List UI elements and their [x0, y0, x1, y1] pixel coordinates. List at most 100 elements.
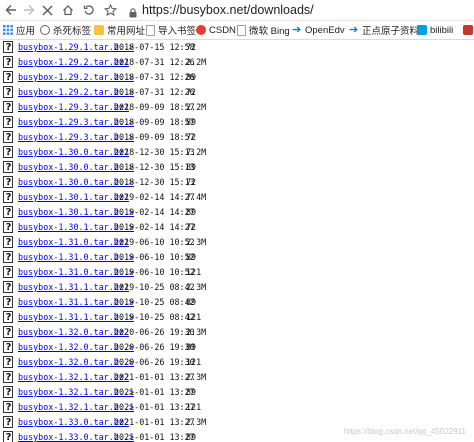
bookmark-zhengdian[interactable]: ➔ 正点原子资料 — [349, 22, 419, 38]
address-bar-url[interactable]: https://busybox.net/downloads/ — [142, 3, 314, 17]
file-size: 89 — [186, 252, 197, 262]
bookmark-icon — [463, 25, 473, 35]
file-modified-date: 2019-10-25 08:42 — [114, 297, 195, 307]
file-link[interactable]: busybox-1.30.1.tar.bz2 — [18, 190, 129, 205]
file-size: 72 — [186, 87, 197, 97]
file-link[interactable]: busybox-1.32.0.tar.bz2 — [18, 325, 129, 340]
file-row: ? busybox-1.32.0.tar.b..> 2020-06-26 19:30… — [0, 340, 474, 355]
file-row: ? busybox-1.29.1.tar.b..> 2018-07-15 12:58… — [0, 40, 474, 55]
home-icon[interactable] — [60, 2, 76, 18]
bookmark-import[interactable]: 导入书签 — [146, 22, 196, 38]
bookmark-apps[interactable]: 应用 — [3, 22, 35, 38]
bookmark-bilibili[interactable]: bilibili — [417, 22, 453, 38]
file-link[interactable]: busybox-1.31.1.tar.bz2 — [18, 280, 129, 295]
bookmark-csdn[interactable]: CSDN — [196, 22, 236, 38]
arrow-icon: ➔ — [349, 24, 359, 36]
unknown-file-icon: ? — [3, 386, 13, 398]
star-bookmark-icon[interactable] — [102, 2, 118, 18]
lock-icon[interactable] — [129, 5, 137, 18]
file-link[interactable]: busybox-1.32.1.tar.bz2 — [18, 370, 129, 385]
unknown-file-icon: ? — [3, 326, 13, 338]
file-size: 89 — [186, 432, 197, 442]
file-row: ? busybox-1.32.1.tar.b..> 2021-01-01 13:27… — [0, 385, 474, 400]
file-modified-date: 2021-01-01 13:27 — [114, 372, 195, 382]
file-modified-date: 2019-06-10 10:52 — [114, 267, 195, 277]
unknown-file-icon: ? — [3, 86, 13, 98]
file-modified-date: 2020-06-26 19:30 — [114, 327, 195, 337]
file-row: ? busybox-1.30.1.tar.bz2 2019-02-14 14:27 7… — [0, 190, 474, 205]
file-size: 7.2M — [186, 147, 207, 157]
file-size: 89 — [186, 297, 197, 307]
back-arrow-icon[interactable] — [3, 2, 19, 18]
file-row: ? busybox-1.31.1.tar.b..> 2019-10-25 08:42… — [0, 295, 474, 310]
unknown-file-icon: ? — [3, 431, 13, 442]
unknown-file-icon: ? — [3, 236, 13, 248]
unknown-file-icon: ? — [3, 206, 13, 218]
file-size: 2.3M — [186, 237, 207, 247]
file-row: ? busybox-1.29.2.tar.b..> 2018-07-31 12:26… — [0, 85, 474, 100]
unknown-file-icon: ? — [3, 146, 13, 158]
file-modified-date: 2019-02-14 14:27 — [114, 192, 195, 202]
file-size: 2.2M — [186, 57, 207, 67]
file-modified-date: 2018-09-09 18:57 — [114, 102, 195, 112]
file-size: 2.3M — [186, 372, 207, 382]
file-link[interactable]: busybox-1.33.0.tar.bz2 — [18, 415, 129, 430]
bookmark-label: 正点原子资料 — [362, 26, 420, 37]
file-size: 2.3M — [186, 417, 207, 427]
file-link[interactable]: busybox-1.29.3.tar.bz2 — [18, 100, 129, 115]
bookmark-label: 杀死标签 — [53, 26, 92, 37]
file-row: ? busybox-1.32.0.tar.b..> 2020-06-26 19:30… — [0, 355, 474, 370]
file-size: 2.3M — [186, 282, 207, 292]
file-row: ? busybox-1.29.3.tar.bz2 2018-09-09 18:57 2… — [0, 100, 474, 115]
file-link[interactable]: busybox-1.29.2.tar.bz2 — [18, 55, 129, 70]
apps-icon — [3, 25, 13, 35]
file-modified-date: 2018-07-15 12:58 — [114, 42, 195, 52]
file-size: 72 — [186, 132, 197, 142]
folder-icon — [94, 25, 104, 35]
file-modified-date: 2019-06-10 10:52 — [114, 252, 195, 262]
file-modified-date: 2019-10-25 08:42 — [114, 282, 195, 292]
file-row: ? busybox-1.30.1.tar.b..> 2019-02-14 14:27… — [0, 220, 474, 235]
globe-icon — [40, 25, 50, 35]
bookmark-label: bilibili — [430, 24, 454, 36]
bookmark-overflow[interactable] — [463, 22, 474, 38]
file-modified-date: 2018-07-31 12:26 — [114, 57, 195, 67]
file-modified-date: 2018-12-30 15:13 — [114, 162, 195, 172]
stop-close-icon[interactable] — [39, 2, 55, 18]
unknown-file-icon: ? — [3, 371, 13, 383]
unknown-file-icon: ? — [3, 41, 13, 53]
unknown-file-icon: ? — [3, 221, 13, 233]
file-modified-date: 2019-10-25 08:42 — [114, 312, 195, 322]
unknown-file-icon: ? — [3, 356, 13, 368]
bookmark-kill-tabs[interactable]: 杀死标签 — [40, 22, 91, 38]
file-row: ? busybox-1.29.2.tar.bz2 2018-07-31 12:26 2… — [0, 55, 474, 70]
bookmark-common-urls[interactable]: 常用网址 — [94, 22, 145, 38]
unknown-file-icon: ? — [3, 71, 13, 83]
unknown-file-icon: ? — [3, 281, 13, 293]
file-listing: ? busybox-1.29.1.tar.b..> 2018-07-15 12:58… — [0, 40, 474, 442]
bookmark-label: OpenEdv — [305, 24, 345, 36]
file-link[interactable]: busybox-1.30.0.tar.bz2 — [18, 145, 129, 160]
file-size: 121 — [186, 402, 202, 412]
file-size: 7.4M — [186, 192, 207, 202]
bookmark-bing[interactable]: 微软 Bing — [237, 22, 290, 38]
forward-arrow-icon[interactable] — [21, 2, 37, 18]
file-modified-date: 2019-06-10 10:52 — [114, 237, 195, 247]
file-modified-date: 2021-01-01 13:27 — [114, 432, 195, 442]
file-modified-date: 2018-09-09 18:57 — [114, 117, 195, 127]
file-row: ? busybox-1.31.1.tar.b..> 2019-10-25 08:42… — [0, 310, 474, 325]
document-icon — [146, 24, 155, 36]
file-size: 89 — [186, 207, 197, 217]
file-row: ? busybox-1.31.1.tar.bz2 2019-10-25 08:42 2… — [0, 280, 474, 295]
file-modified-date: 2018-12-30 15:13 — [114, 147, 195, 157]
bookmark-label: 微软 Bing — [249, 26, 290, 37]
arrow-icon: ➔ — [292, 24, 302, 36]
file-size: 2.2M — [186, 102, 207, 112]
file-modified-date: 2021-01-01 13:27 — [114, 402, 195, 412]
history-undo-icon[interactable] — [81, 2, 97, 18]
unknown-file-icon: ? — [3, 296, 13, 308]
file-row: ? busybox-1.31.0.tar.b..> 2019-06-10 10:52… — [0, 265, 474, 280]
file-link[interactable]: busybox-1.31.0.tar.bz2 — [18, 235, 129, 250]
bookmark-openedv[interactable]: ➔ OpenEdv — [292, 22, 345, 38]
file-modified-date: 2018-09-09 18:57 — [114, 132, 195, 142]
